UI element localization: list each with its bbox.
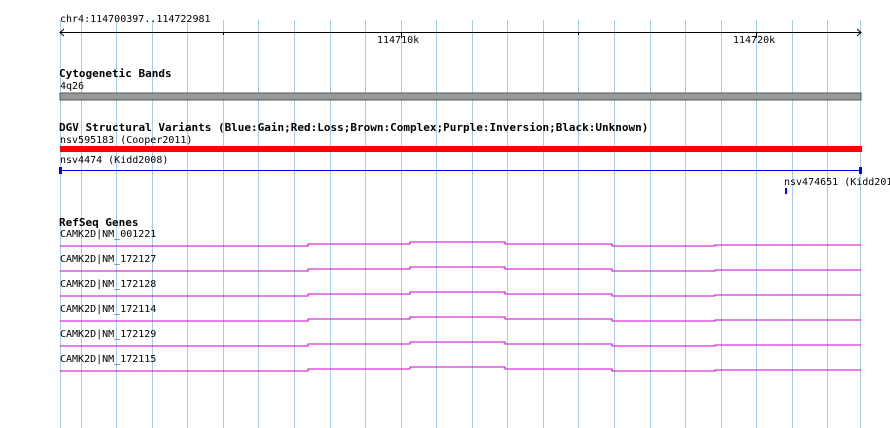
gene-model[interactable] [60, 241, 861, 247]
gene-model[interactable] [60, 291, 861, 297]
gene-model[interactable] [60, 341, 861, 347]
genome-browser-view: chr4:114700397..114722981 114710k 114720… [0, 0, 890, 428]
gene-model[interactable] [60, 366, 861, 372]
track-graphics [59, 28, 862, 372]
variant-end-cap [859, 167, 862, 174]
gene-model[interactable] [60, 316, 861, 322]
variant-end-cap [59, 167, 62, 174]
variant-bar-nsv595183[interactable] [60, 146, 862, 152]
variant-bar-nsv474651[interactable] [785, 188, 787, 194]
gene-model[interactable] [60, 266, 861, 272]
cytoband-4q26[interactable] [59, 92, 862, 101]
